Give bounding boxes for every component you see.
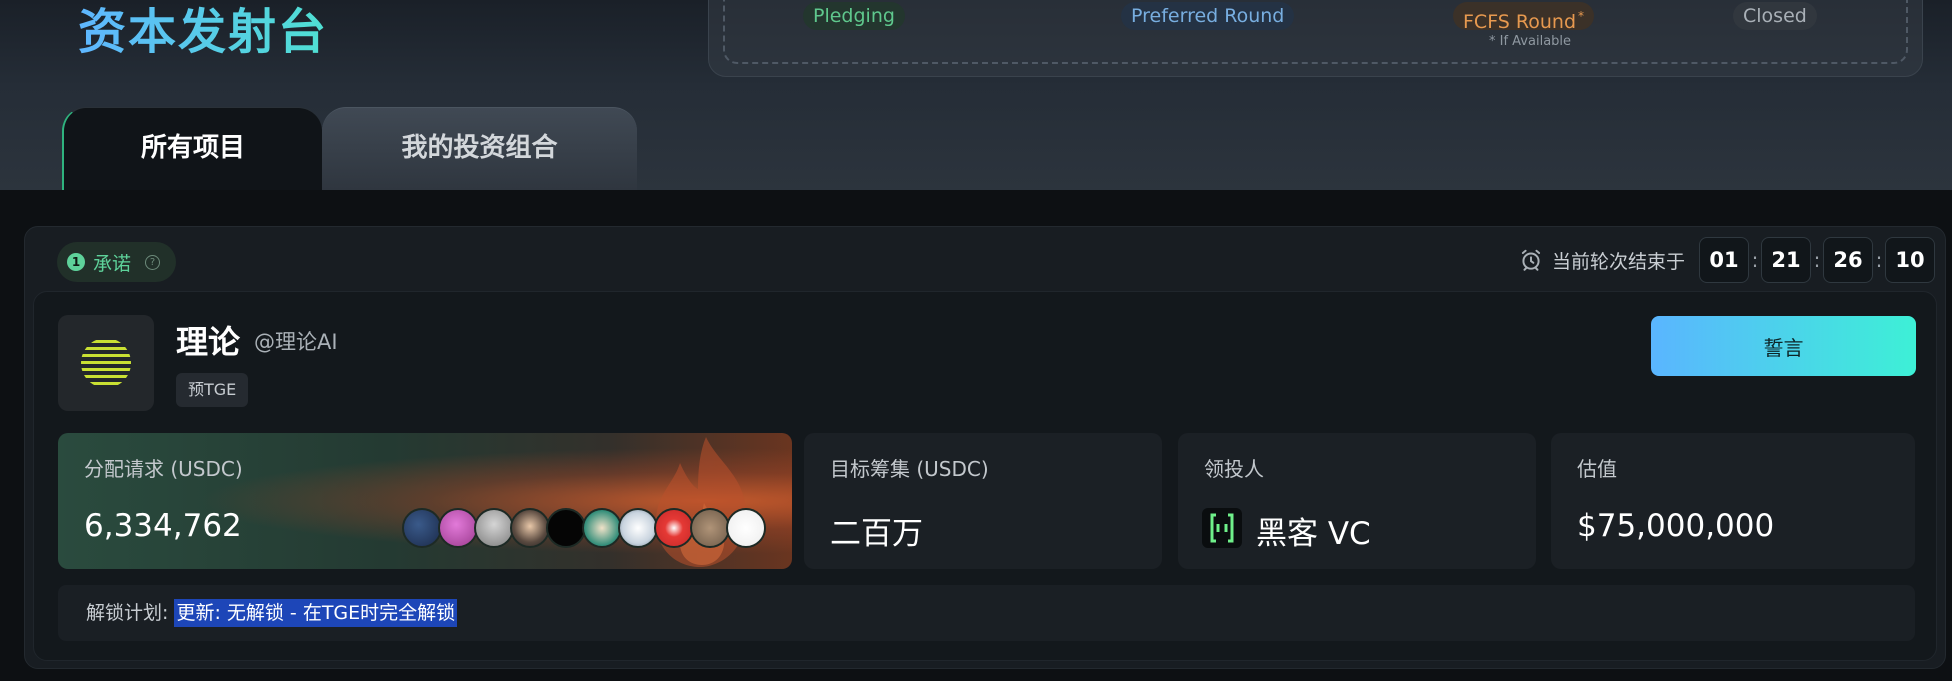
avatar	[726, 508, 766, 548]
lead-investor-logo	[1202, 508, 1242, 548]
stage-fcfs-round: FCFS Round *	[1453, 2, 1595, 33]
avatar	[474, 508, 514, 548]
avatar	[546, 508, 586, 548]
stage-fcfs-marker: *	[1578, 9, 1585, 23]
avatar	[438, 508, 478, 548]
stat-valuation: 估值 $75,000,000	[1551, 433, 1915, 569]
countdown-separator: :	[1813, 248, 1821, 272]
countdown-days: 01	[1699, 237, 1749, 283]
stat-lead-investor: 领投人 黑客 VC	[1178, 433, 1536, 569]
pledge-button[interactable]: 誓言	[1651, 316, 1916, 376]
header-band: 资本发射台 Pledging Preferred Round FCFS Roun…	[0, 0, 1952, 190]
unlock-schedule-value: 更新: 无解锁 - 在TGE时完全解锁	[174, 599, 458, 627]
stage-preferred-round: Preferred Round	[1121, 2, 1295, 30]
avatar	[618, 508, 658, 548]
allocation-value: 6,334,762	[84, 508, 242, 544]
help-icon[interactable]: ?	[145, 254, 161, 270]
avatar	[510, 508, 550, 548]
target-raise-value: 二百万	[830, 516, 923, 552]
valuation-label: 估值	[1577, 457, 1617, 481]
round-number: 1	[67, 253, 85, 271]
countdown-label: 当前轮次结束于	[1551, 250, 1685, 273]
project-logo[interactable]	[58, 315, 154, 411]
stat-target-raise: 目标筹集 (USDC) 二百万	[804, 433, 1162, 569]
project-handle[interactable]: @理论AI	[254, 326, 338, 356]
page-title: 资本发射台	[78, 0, 328, 64]
project-name: 理论	[176, 323, 241, 361]
hack-vc-logo-icon	[1210, 513, 1234, 543]
unlock-schedule: 解锁计划: 更新: 无解锁 - 在TGE时完全解锁	[58, 585, 1915, 641]
fcfs-footnote: * If Available	[1489, 34, 1572, 49]
countdown-seconds: 10	[1885, 237, 1935, 283]
avatar	[654, 508, 694, 548]
project-logo-icon	[81, 340, 131, 385]
alarm-clock-icon	[1521, 249, 1541, 271]
round-stages-panel: Pledging Preferred Round FCFS Round * Clo…	[708, 0, 1923, 77]
tab-my-portfolio[interactable]: 我的投资组合	[322, 107, 637, 190]
stage-pledging: Pledging	[803, 2, 905, 30]
stage-closed: Closed	[1733, 2, 1817, 30]
flame-icon	[656, 437, 747, 567]
countdown-hours: 21	[1761, 237, 1811, 283]
countdown-minutes: 26	[1823, 237, 1873, 283]
unlock-schedule-label: 解锁计划:	[86, 602, 175, 624]
lead-investor-value[interactable]: 黑客 VC	[1256, 508, 1371, 553]
avatar	[402, 508, 442, 548]
project-card: 1 承诺 ? 当前轮次结束于 01 : 21 : 26 : 10 理论 @理论A…	[24, 226, 1946, 669]
project-stage-tag: 预TGE	[176, 373, 249, 407]
allocation-label: 分配请求 (USDC)	[84, 457, 243, 481]
backer-avatar-stack[interactable]	[402, 508, 766, 548]
avatar	[582, 508, 622, 548]
tab-all-projects[interactable]: 所有项目	[62, 107, 322, 190]
countdown-separator: :	[1751, 248, 1759, 272]
avatar	[690, 508, 730, 548]
round-stages-track: Pledging Preferred Round FCFS Round * Clo…	[723, 0, 1908, 64]
project-details: 理论 @理论AI 预TGE 誓言 分配请求 (USDC) 6,334,762 目…	[33, 291, 1937, 661]
target-raise-label: 目标筹集 (USDC)	[830, 457, 989, 481]
valuation-value: $75,000,000	[1577, 508, 1775, 544]
lead-investor-label: 领投人	[1204, 457, 1264, 481]
round-status-label: 承诺	[93, 252, 132, 275]
stat-allocation-requested: 分配请求 (USDC) 6,334,762	[58, 433, 792, 569]
countdown-separator: :	[1875, 248, 1883, 272]
stage-fcfs-label: FCFS Round	[1463, 11, 1577, 33]
round-countdown: 当前轮次结束于 01 : 21 : 26 : 10	[1518, 236, 1935, 284]
round-status-badge: 1 承诺 ?	[57, 242, 177, 282]
